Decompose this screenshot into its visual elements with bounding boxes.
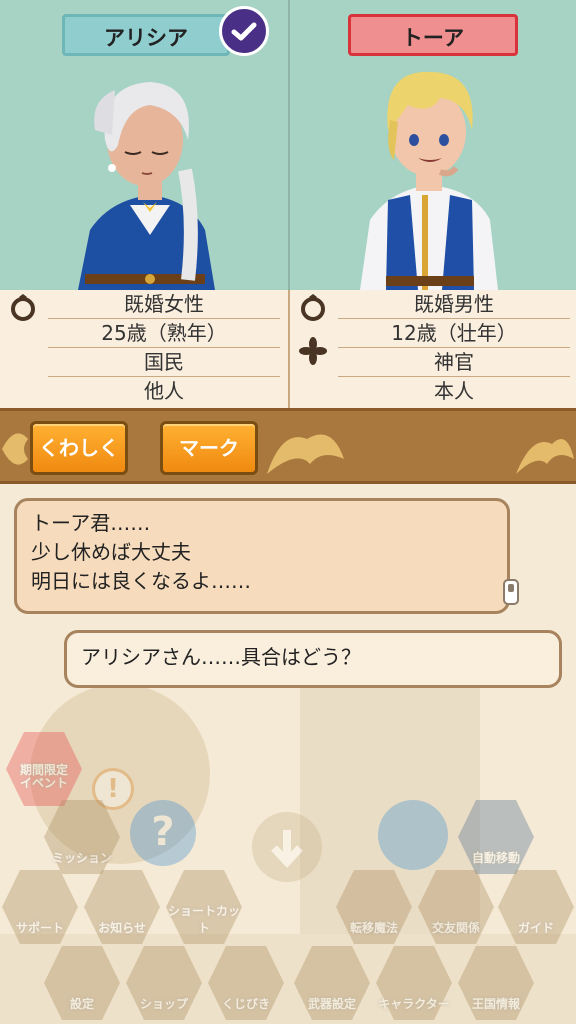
details-button[interactable]: くわしく: [30, 421, 128, 475]
right-age: 12歳（壮年）: [338, 319, 570, 348]
portrait-left: アリシア: [0, 0, 288, 290]
scroll-down-button[interactable]: [252, 812, 322, 882]
ring-icon: [301, 294, 325, 321]
shop-label: ショップ: [139, 997, 188, 1011]
mission-button[interactable]: ミッション: [42, 798, 122, 876]
dialogue-line-2: 少し休めば大丈夫: [31, 540, 191, 564]
dialogue-line-1: トーア君……: [31, 511, 151, 535]
friends-button[interactable]: 交友関係: [416, 868, 496, 946]
settings-label: 設定: [69, 997, 94, 1011]
character-button[interactable]: キャラクター: [374, 944, 454, 1022]
left-occupation: 国民: [48, 348, 280, 377]
page-turn-icon[interactable]: [500, 578, 522, 608]
right-marital-status: 既婚男性: [338, 290, 570, 319]
limited-event-button[interactable]: 期間限定 イベント: [4, 730, 84, 808]
support-label: サポート: [15, 921, 64, 935]
weapon-settings-button[interactable]: 武器設定: [292, 944, 372, 1022]
weapon-settings-label: 武器設定: [307, 997, 356, 1011]
settings-button[interactable]: 設定: [42, 944, 122, 1022]
auto-move-label: 自動移動: [471, 851, 520, 865]
right-name-plate: トーア: [348, 14, 518, 56]
ornament-left-icon: [2, 433, 28, 465]
alicia-character-image: [78, 82, 215, 290]
left-age: 25歳（熟年）: [48, 319, 280, 348]
right-info-column: 既婚男性 12歳（壮年） 神官 本人: [288, 290, 576, 408]
right-occupation: 神官: [338, 348, 570, 377]
speech-bubble-toa: アリシアさん……具合はどう？: [64, 630, 562, 688]
speech-bubble-alicia: トーア君…… 少し休めば大丈夫 明日には良くなるよ……: [14, 498, 510, 614]
character-label: キャラクター: [378, 997, 450, 1011]
action-banner: くわしく マーク: [0, 408, 576, 484]
notice-label: お知らせ: [98, 921, 146, 935]
support-button[interactable]: サポート: [0, 868, 80, 946]
dialogue-reply: アリシアさん……具合はどう？: [81, 645, 361, 669]
portrait-right: トーア: [288, 0, 576, 290]
character-info-table: 既婚女性 25歳（熟年） 国民 他人 既婚男性 12歳（壮年） 神官 本人: [0, 290, 576, 408]
transfer-magic-button[interactable]: 転移魔法: [334, 868, 414, 946]
left-name-plate: アリシア: [62, 14, 230, 56]
limited-event-label: 期間限定 イベント: [19, 763, 68, 790]
kingdom-info-button[interactable]: 王国情報: [456, 944, 536, 1022]
shop-button[interactable]: ショップ: [124, 944, 204, 1022]
arrow-down-icon: [271, 830, 303, 868]
help-icon[interactable]: ?: [130, 800, 196, 866]
mission-label: ミッション: [51, 851, 112, 865]
transfer-magic-label: 転移魔法: [349, 921, 398, 935]
right-relation: 本人: [434, 379, 474, 403]
kingdom-info-label: 王国情報: [471, 997, 520, 1011]
dialogue-line-3: 明日には良くなるよ……: [31, 569, 251, 593]
toa-character-image: [360, 71, 498, 290]
lottery-button[interactable]: くじびき: [206, 944, 286, 1022]
ornament-center-icon: [267, 434, 344, 474]
portrait-area: アリシア トーア: [0, 0, 576, 290]
flower-icon: [299, 337, 327, 365]
guide-label: ガイド: [517, 921, 554, 935]
ornament-right-icon: [516, 439, 574, 474]
lottery-label: くじびき: [221, 997, 270, 1011]
auto-move-button[interactable]: 自動移動: [456, 798, 536, 876]
check-icon: [219, 6, 269, 56]
left-info-column: 既婚女性 25歳（熟年） 国民 他人: [0, 290, 288, 408]
left-marital-status: 既婚女性: [48, 290, 280, 319]
friends-label: 交友関係: [431, 921, 480, 935]
notice-button[interactable]: お知らせ: [82, 868, 162, 946]
ring-icon: [11, 294, 35, 321]
mark-button[interactable]: マーク: [160, 421, 258, 475]
shortcut-label: ショートカット: [167, 904, 240, 935]
shortcut-button[interactable]: ショートカット: [164, 868, 244, 946]
left-relation: 他人: [144, 379, 184, 403]
guide-button[interactable]: ガイド: [496, 868, 576, 946]
action-circle-icon[interactable]: [378, 800, 448, 870]
